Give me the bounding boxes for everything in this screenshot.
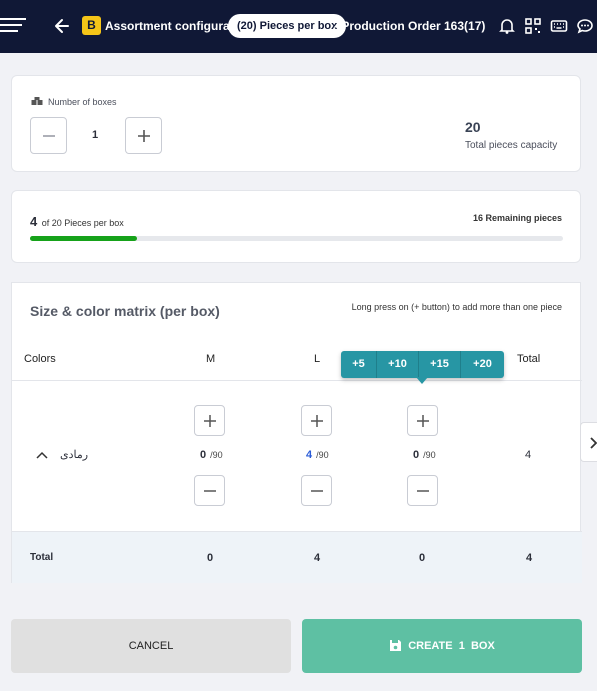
chevron-up-icon[interactable] bbox=[36, 451, 48, 459]
cancel-button[interactable]: CANCEL bbox=[11, 619, 291, 673]
increment-l-button[interactable] bbox=[301, 405, 332, 436]
boxes-card: Number of boxes 1 20 Total pieces capaci… bbox=[11, 75, 581, 172]
minus-icon bbox=[42, 134, 55, 137]
matrix-hint: Long press on (+ button) to add more tha… bbox=[351, 302, 562, 312]
bell-icon[interactable] bbox=[498, 17, 516, 35]
side-panel-handle[interactable] bbox=[580, 422, 597, 462]
qty-l-value: 4 bbox=[306, 449, 313, 461]
minus-icon bbox=[203, 489, 216, 492]
size-color-matrix-card: Size & color matrix (per box) Long press… bbox=[11, 282, 582, 583]
decrease-boxes-button[interactable] bbox=[30, 117, 67, 154]
brand-logo: B bbox=[82, 16, 101, 35]
production-order-label: - Production Order 163(17) bbox=[334, 19, 486, 33]
total-m: 0 bbox=[207, 552, 214, 564]
chat-icon[interactable] bbox=[576, 17, 594, 35]
column-header-l: L bbox=[314, 353, 321, 365]
qty-l: 4/90 bbox=[306, 449, 329, 461]
qty-xl: 0/90 bbox=[413, 449, 436, 461]
minus-icon bbox=[416, 489, 429, 492]
pieces-of-total: of 20 Pieces per box bbox=[41, 218, 124, 228]
back-arrow-icon[interactable] bbox=[52, 16, 72, 36]
top-app-bar: B Assortment configuration (20) Pieces p… bbox=[0, 0, 597, 53]
quick-add-popover: +5 +10 +15 +20 bbox=[341, 351, 504, 378]
capacity-value: 20 bbox=[465, 119, 481, 135]
header-divider bbox=[12, 380, 582, 381]
column-header-colors: Colors bbox=[24, 353, 56, 365]
plus-icon bbox=[203, 414, 216, 427]
increment-xl-button[interactable] bbox=[407, 405, 438, 436]
grand-total: 4 bbox=[526, 552, 533, 564]
number-of-boxes-label: Number of boxes bbox=[48, 97, 117, 107]
qty-l-max: /90 bbox=[316, 450, 329, 460]
create-box-button[interactable]: CREATE 1 BOX bbox=[302, 619, 582, 673]
menu-icon[interactable] bbox=[0, 18, 26, 34]
total-l: 4 bbox=[314, 552, 321, 564]
column-header-m: M bbox=[206, 353, 216, 365]
boxes-icon bbox=[31, 97, 43, 105]
column-header-total: Total bbox=[517, 353, 541, 365]
chevron-right-icon bbox=[590, 437, 597, 449]
keyboard-icon[interactable] bbox=[550, 17, 568, 35]
save-icon bbox=[390, 640, 402, 651]
row-total: 4 bbox=[525, 449, 532, 461]
decrement-m-button[interactable] bbox=[194, 475, 225, 506]
create-box-label: CREATE 1 BOX bbox=[408, 640, 495, 652]
plus-icon bbox=[137, 129, 150, 142]
plus-icon bbox=[416, 414, 429, 427]
total-xl: 0 bbox=[419, 552, 426, 564]
capacity-label: Total pieces capacity bbox=[465, 140, 558, 151]
boxes-count: 1 bbox=[92, 129, 99, 141]
totals-label: Total bbox=[30, 552, 54, 563]
quick-add-15[interactable]: +15 bbox=[419, 351, 461, 378]
progress-fill bbox=[30, 236, 137, 241]
plus-icon bbox=[310, 414, 323, 427]
qr-code-icon[interactable] bbox=[524, 17, 542, 35]
pieces-count: 4 bbox=[30, 214, 38, 229]
matrix-title: Size & color matrix (per box) bbox=[30, 303, 220, 319]
minus-icon bbox=[310, 489, 323, 492]
pieces-progress-text: 4 of 20 Pieces per box bbox=[30, 213, 124, 231]
progress-track bbox=[30, 236, 563, 241]
totals-row: Total 0 4 0 4 bbox=[12, 531, 582, 583]
popover-arrow bbox=[416, 377, 428, 384]
increase-boxes-button[interactable] bbox=[125, 117, 162, 154]
qty-m-value: 0 bbox=[200, 449, 207, 461]
decrement-xl-button[interactable] bbox=[407, 475, 438, 506]
color-name: رمادی bbox=[60, 449, 89, 461]
quick-add-20[interactable]: +20 bbox=[461, 351, 504, 378]
pieces-per-box-badge: (20) Pieces per box bbox=[228, 14, 347, 38]
pieces-progress-card: 4 of 20 Pieces per box 16 Remaining piec… bbox=[11, 190, 581, 263]
quick-add-5[interactable]: +5 bbox=[341, 351, 377, 378]
qty-m: 0/90 bbox=[200, 449, 223, 461]
qty-xl-max: /90 bbox=[423, 450, 436, 460]
quick-add-10[interactable]: +10 bbox=[377, 351, 419, 378]
qty-m-max: /90 bbox=[210, 450, 223, 460]
remaining-pieces: 16 Remaining pieces bbox=[472, 213, 562, 223]
decrement-l-button[interactable] bbox=[301, 475, 332, 506]
increment-m-button[interactable] bbox=[194, 405, 225, 436]
qty-xl-value: 0 bbox=[413, 449, 420, 461]
